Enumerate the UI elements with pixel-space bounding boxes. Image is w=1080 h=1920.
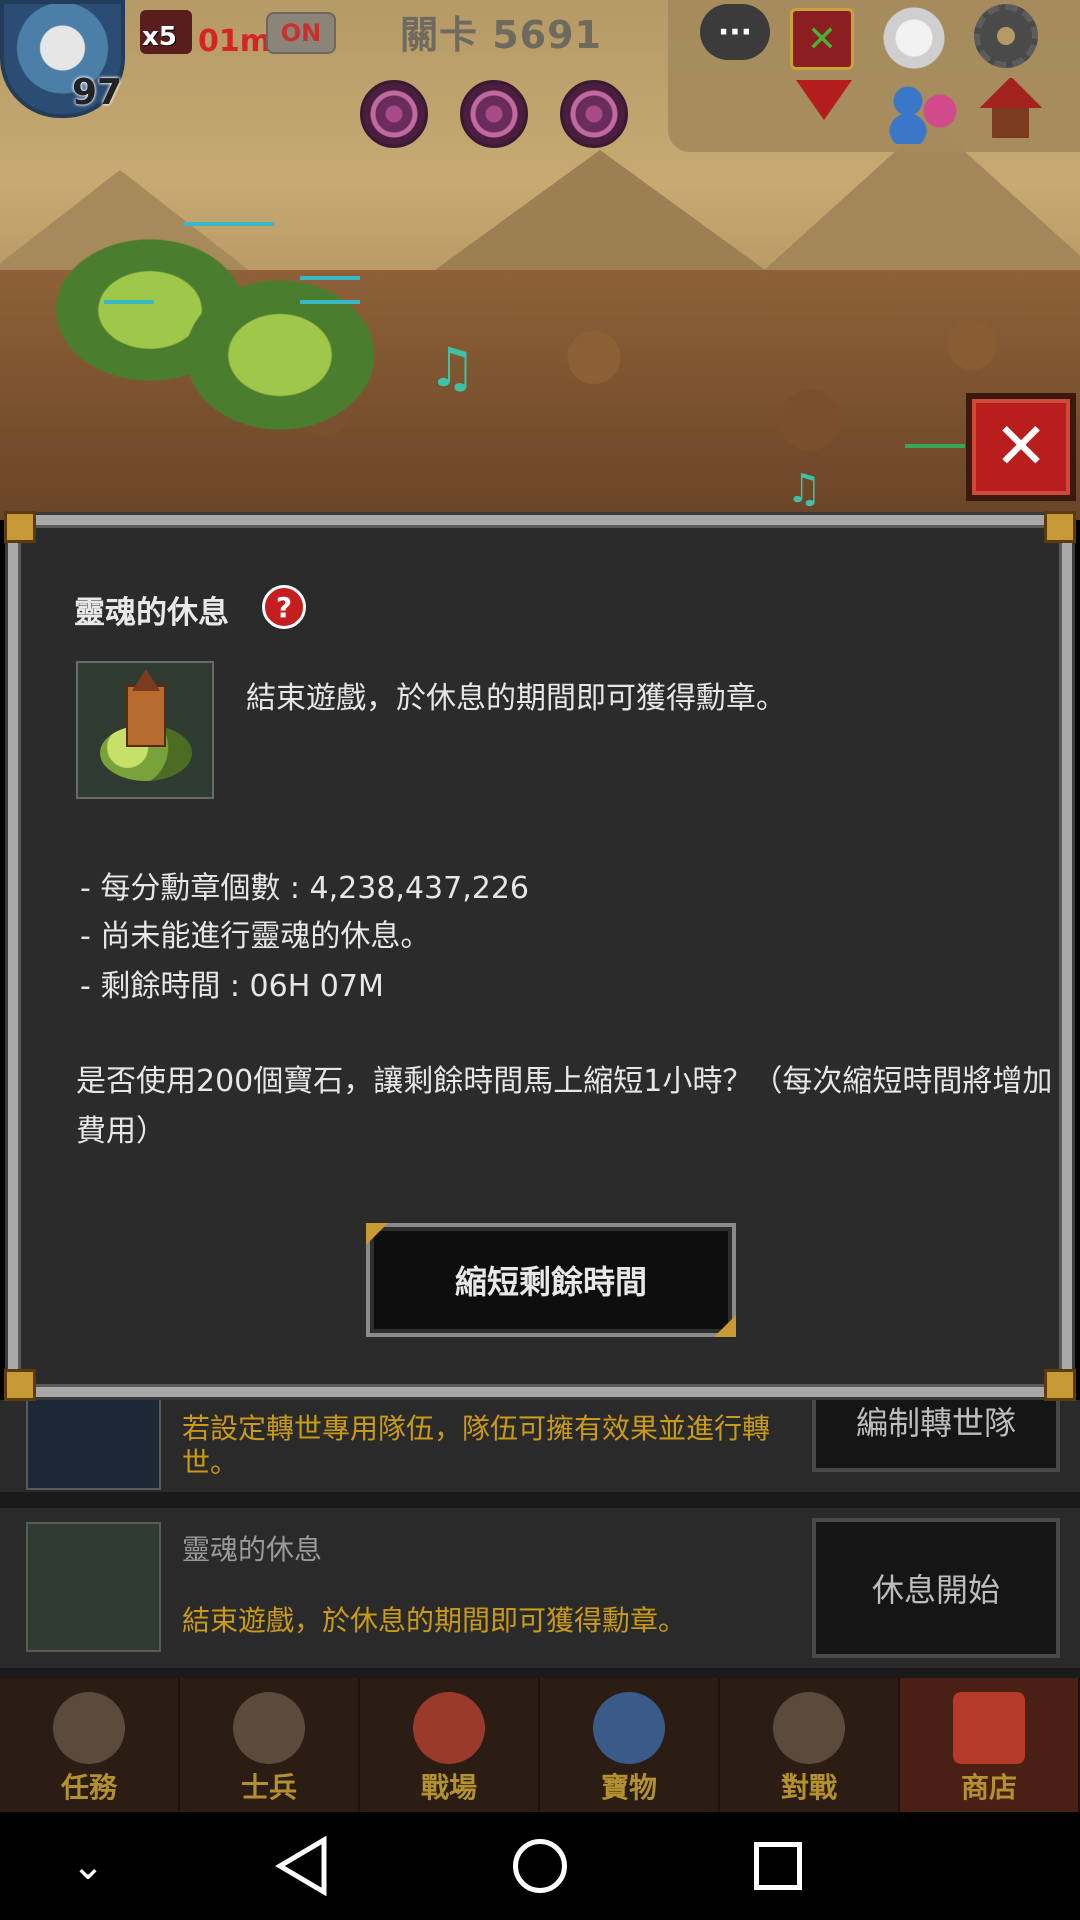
frame-corner bbox=[1044, 511, 1076, 543]
recent-apps-icon[interactable] bbox=[746, 1834, 810, 1898]
list-item: 若設定轉世專用隊伍，隊伍可擁有效果並進行轉世。 編制轉世隊 bbox=[0, 1360, 1080, 1492]
soul-rest-thumbnail bbox=[76, 661, 214, 799]
helmet-icon bbox=[233, 1692, 305, 1764]
music-note-icon: ♫ bbox=[428, 336, 477, 399]
nav-label: 士兵 bbox=[240, 1771, 297, 1804]
skill-orb-icon[interactable] bbox=[560, 80, 628, 148]
nav-label: 商店 bbox=[960, 1771, 1017, 1804]
item-thumbnail bbox=[26, 1522, 161, 1652]
angel-icon[interactable] bbox=[878, 6, 950, 70]
shorten-time-label: 縮短剩餘時間 bbox=[454, 1263, 647, 1301]
spire-icon bbox=[132, 669, 160, 691]
shorten-question: 是否使用200個寶石，讓剩餘時間馬上縮短1小時？（每次縮短時間將增加費用） bbox=[76, 1064, 1053, 1149]
dropdown-arrow-icon[interactable] bbox=[796, 80, 852, 120]
stage-label: 關卡 5691 bbox=[400, 13, 602, 57]
skill-orb-icon[interactable] bbox=[360, 80, 428, 148]
start-rest-button[interactable]: 休息開始 bbox=[812, 1518, 1060, 1658]
hero-level: 97 bbox=[72, 72, 123, 113]
soul-rest-dialog: 靈魂的休息 ? 結束遊戲，於休息的期間即可獲得勳章。 - 每分勳章個數 : 4,… bbox=[4, 511, 1076, 1401]
crossed-swords-icon bbox=[773, 1692, 845, 1764]
nav-label: 戰場 bbox=[420, 1771, 477, 1804]
dialog-title: 靈魂的休息 bbox=[74, 595, 229, 631]
hp-bar bbox=[905, 444, 965, 448]
nav-label: 任務 bbox=[60, 1771, 117, 1804]
hp-bar bbox=[300, 276, 360, 280]
bottom-nav: 任務 士兵 戰場 寶物 對戰 商店 bbox=[0, 1678, 1080, 1812]
back-icon[interactable] bbox=[270, 1834, 334, 1898]
nav-tab-treasure[interactable]: 寶物 bbox=[540, 1678, 720, 1812]
nav-tab-pvp[interactable]: 對戰 bbox=[720, 1678, 900, 1812]
monster-icon bbox=[413, 1692, 485, 1764]
button-corner bbox=[366, 1223, 388, 1245]
hp-bar bbox=[184, 222, 274, 226]
help-icon[interactable]: ? bbox=[262, 585, 306, 629]
nav-tab-mission[interactable]: 任務 bbox=[0, 1678, 180, 1812]
buff-count: x5 bbox=[142, 22, 177, 52]
skill-orb-icon[interactable] bbox=[460, 80, 528, 148]
close-button[interactable]: ✕ bbox=[966, 393, 1076, 501]
rest-status: - 尚未能進行靈魂的休息。 bbox=[80, 919, 431, 954]
nav-tab-soldier[interactable]: 士兵 bbox=[180, 1678, 360, 1812]
chevron-down-icon[interactable]: ⌄ bbox=[56, 1834, 120, 1898]
nav-tab-battlefield[interactable]: 戰場 bbox=[360, 1678, 540, 1812]
system-nav-bar: ⌄ bbox=[0, 1812, 1080, 1920]
list-item-text: 結束遊戲，於休息的期間即可獲得勳章。 bbox=[182, 1604, 687, 1637]
nav-tab-shop[interactable]: 商店 bbox=[900, 1678, 1080, 1812]
shorten-time-button[interactable]: 縮短剩餘時間 bbox=[366, 1223, 736, 1337]
hp-bar bbox=[104, 300, 154, 304]
gear-icon[interactable] bbox=[974, 4, 1038, 68]
frame-corner bbox=[4, 511, 36, 543]
music-note-icon: ♫ bbox=[786, 466, 822, 512]
buff-time: 01m bbox=[198, 24, 272, 59]
house-icon[interactable] bbox=[980, 78, 1042, 138]
chat-icon[interactable] bbox=[700, 4, 770, 60]
close-icon: ✕ bbox=[994, 410, 1048, 484]
chapel-icon bbox=[126, 685, 166, 747]
button-corner bbox=[714, 1315, 736, 1337]
remaining-time: - 剩餘時間 : 06H 07M bbox=[80, 969, 384, 1004]
scroll-icon bbox=[53, 1692, 125, 1764]
quest-icon[interactable] bbox=[790, 8, 854, 70]
home-icon[interactable] bbox=[508, 1834, 572, 1898]
frame-corner bbox=[4, 1369, 36, 1401]
auto-on-badge[interactable]: ON bbox=[266, 12, 336, 54]
game-scene: ♫ ♫ 97 x5 01m ON 關卡 5691 bbox=[0, 0, 1080, 520]
medals-per-minute: - 每分勳章個數 : 4,238,437,226 bbox=[80, 871, 530, 906]
friends-icon[interactable] bbox=[884, 78, 964, 144]
frame-corner bbox=[1044, 1369, 1076, 1401]
list-item-text: 若設定轉世專用隊伍，隊伍可擁有效果並進行轉世。 bbox=[182, 1412, 771, 1479]
shop-icon bbox=[953, 1692, 1025, 1764]
list-item-title: 靈魂的休息 bbox=[182, 1533, 323, 1566]
list-item: 靈魂的休息 結束遊戲，於休息的期間即可獲得勳章。 休息開始 bbox=[0, 1508, 1080, 1668]
nav-label: 寶物 bbox=[600, 1771, 657, 1804]
hp-bar bbox=[300, 300, 360, 304]
enemy-creature bbox=[160, 260, 400, 450]
orb-icon bbox=[593, 1692, 665, 1764]
dialog-description: 結束遊戲，於休息的期間即可獲得勳章。 bbox=[246, 681, 786, 716]
nav-label: 對戰 bbox=[780, 1771, 837, 1804]
